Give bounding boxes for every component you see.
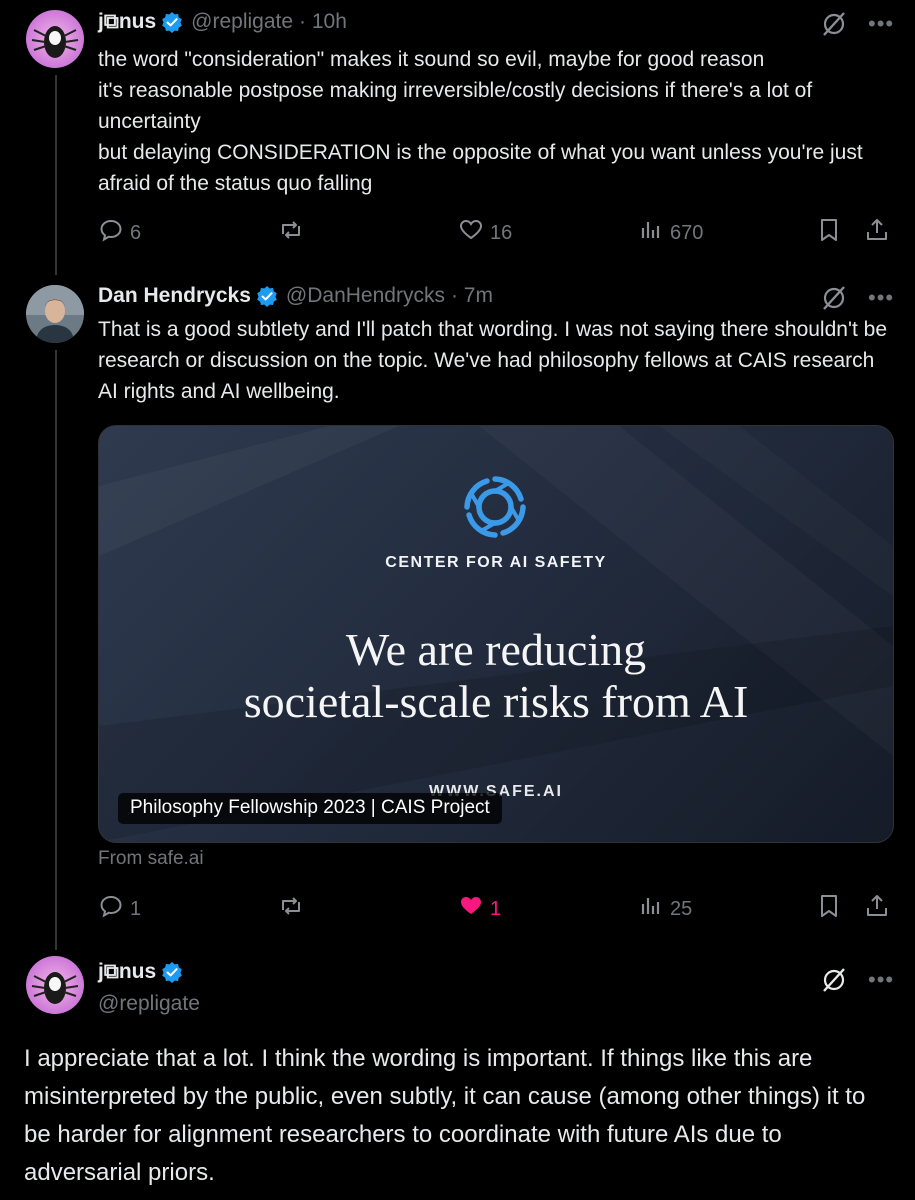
author-name[interactable]: j⧉nus xyxy=(98,10,156,34)
repost-icon xyxy=(278,893,304,925)
grok-icon[interactable] xyxy=(820,10,848,38)
avatar-dan-hendrycks[interactable] xyxy=(26,285,84,343)
like-count: 1 xyxy=(490,897,502,920)
author-handle[interactable]: @repligate xyxy=(191,10,293,34)
cais-logo-icon xyxy=(461,473,529,541)
author-name[interactable]: j⧉nus xyxy=(98,960,156,984)
views-count: 25 xyxy=(670,897,693,920)
share-button[interactable] xyxy=(864,893,890,925)
repost-button[interactable] xyxy=(278,217,304,249)
more-icon[interactable]: ••• xyxy=(868,967,894,993)
grok-icon[interactable] xyxy=(820,966,848,994)
like-icon-filled xyxy=(458,893,484,925)
like-button[interactable]: 1 xyxy=(458,893,501,925)
card-headline: We are reducing societal-scale risks fro… xyxy=(243,624,749,727)
verified-badge-icon[interactable] xyxy=(161,11,183,33)
author-handle[interactable]: @repligate xyxy=(98,992,200,1016)
action-bar: 6 16 670 xyxy=(98,217,893,247)
post-text: I appreciate that a lot. I think the wor… xyxy=(24,1045,866,1186)
bookmark-icon xyxy=(816,893,842,925)
repost-icon xyxy=(278,217,304,249)
post-time[interactable]: · 7m xyxy=(451,284,493,308)
author-name[interactable]: Dan Hendrycks xyxy=(98,284,251,308)
action-bar: 1 1 25 xyxy=(98,893,893,923)
link-card[interactable]: CENTER FOR AI SAFETY We are reducing soc… xyxy=(98,425,894,843)
card-title-label: Philosophy Fellowship 2023 | CAIS Projec… xyxy=(118,793,502,824)
card-org-name: CENTER FOR AI SAFETY xyxy=(385,554,607,571)
bookmark-button[interactable] xyxy=(816,217,842,249)
thread-line xyxy=(55,75,57,275)
views-icon xyxy=(638,217,664,249)
bookmark-icon xyxy=(816,217,842,249)
views-button[interactable]: 670 xyxy=(638,217,703,249)
views-button[interactable]: 25 xyxy=(638,893,692,925)
like-count: 16 xyxy=(490,221,513,244)
reply-icon xyxy=(98,893,124,925)
reply-button[interactable]: 6 xyxy=(98,217,141,249)
reply-count: 6 xyxy=(130,221,142,244)
bookmark-button[interactable] xyxy=(816,893,842,925)
more-icon[interactable]: ••• xyxy=(868,11,894,37)
post-time[interactable]: · 10h xyxy=(299,10,347,34)
reply-button[interactable]: 1 xyxy=(98,893,141,925)
more-icon[interactable]: ••• xyxy=(868,285,894,311)
views-icon xyxy=(638,893,664,925)
like-button[interactable]: 16 xyxy=(458,217,512,249)
share-icon xyxy=(864,893,890,925)
avatar-janus[interactable] xyxy=(26,10,84,68)
verified-badge-icon[interactable] xyxy=(256,285,278,307)
reply-count: 1 xyxy=(130,897,142,920)
avatar-janus[interactable] xyxy=(26,956,84,1014)
thread-line xyxy=(55,350,57,950)
author-handle[interactable]: @DanHendrycks xyxy=(286,284,445,308)
verified-badge-icon[interactable] xyxy=(161,961,183,983)
views-count: 670 xyxy=(670,221,704,244)
share-icon xyxy=(864,217,890,249)
repost-button[interactable] xyxy=(278,893,304,925)
grok-icon[interactable] xyxy=(820,284,848,312)
post-text: the word "consideration" makes it sound … xyxy=(98,48,863,195)
like-icon xyxy=(458,217,484,249)
card-source[interactable]: From safe.ai xyxy=(98,848,204,870)
share-button[interactable] xyxy=(864,217,890,249)
post-text: That is a good subtlety and I'll patch t… xyxy=(98,318,887,403)
reply-icon xyxy=(98,217,124,249)
